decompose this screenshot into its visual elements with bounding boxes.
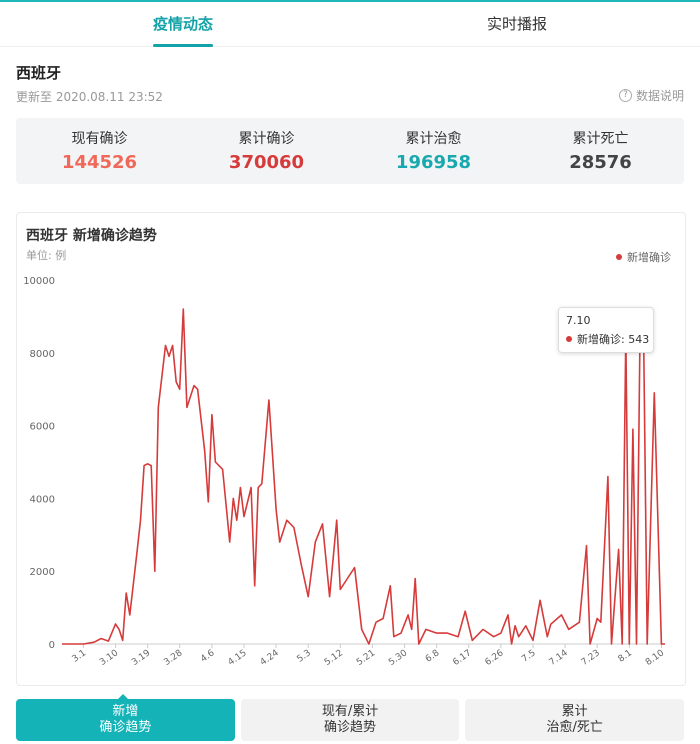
- chart-tooltip: 7.10 新增确诊: 543: [558, 307, 654, 353]
- x-tick-label: 3.19: [130, 648, 152, 668]
- tab-live-broadcast[interactable]: 实时播报: [334, 2, 700, 46]
- x-tick-label: 3.10: [98, 648, 120, 668]
- summary-stats-panel: 现有确诊 144526 累计确诊 370060 累计治愈 196958 累计死亡…: [16, 118, 684, 184]
- stat-label: 累计治愈: [405, 131, 462, 147]
- x-tick-label: 4.24: [259, 648, 281, 668]
- y-tick-label: 10000: [23, 276, 55, 287]
- chart-switch-buttons: 新增 确诊趋势 现有/累计 确诊趋势 累计 治愈/死亡: [16, 699, 685, 741]
- button-line: 确诊趋势: [324, 720, 377, 735]
- y-tick-label: 8000: [30, 349, 55, 360]
- new-confirmed-trend-button[interactable]: 新增 确诊趋势: [16, 699, 235, 741]
- trend-line-chart[interactable]: 0 2000 4000 6000 8000 10000 3.1 3.10 3.19 3.28 4.6…: [17, 213, 685, 685]
- stat-value: 370060: [228, 152, 305, 173]
- x-tick-label: 5.3: [295, 648, 312, 664]
- stat-total-confirmed: 累计确诊 370060: [183, 118, 350, 184]
- stat-value: 196958: [395, 152, 472, 173]
- x-tick-label: 5.12: [323, 648, 345, 668]
- tab-active-indicator: [153, 44, 213, 47]
- button-line: 确诊趋势: [99, 720, 152, 735]
- top-tab-bar: 疫情动态 实时播报: [0, 2, 700, 47]
- x-tick-label: 3.28: [162, 648, 184, 668]
- button-line: 累计: [561, 704, 588, 719]
- update-timestamp: 更新至 2020.08.11 23:52: [16, 90, 163, 104]
- x-tick-label: 8.1: [617, 648, 634, 664]
- y-tick-label: 6000: [30, 422, 55, 433]
- tooltip-value: 新增确诊: 543: [577, 333, 650, 346]
- stat-label: 现有确诊: [71, 131, 128, 147]
- stat-total-deaths: 累计死亡 28576: [517, 118, 684, 184]
- x-tick-label: 4.15: [227, 648, 249, 668]
- tooltip-dot-icon: [566, 336, 572, 342]
- tooltip-row: 新增确诊: 543: [566, 331, 649, 347]
- trend-chart-card: 西班牙 新增确诊趋势 单位: 例 新增确诊 0 2000 4000 6000 8000 1…: [16, 212, 686, 686]
- stat-label: 累计确诊: [238, 131, 295, 147]
- tooltip-date: 7.10: [566, 314, 591, 327]
- recovered-deaths-trend-button[interactable]: 累计 治愈/死亡: [465, 699, 685, 741]
- question-circle-icon: ?: [618, 89, 632, 102]
- button-line: 现有/累计: [321, 704, 379, 719]
- data-explanation-label: 数据说明: [635, 89, 684, 103]
- x-tick-label: 7.23: [580, 648, 602, 668]
- stat-total-recovered: 累计治愈 196958: [350, 118, 517, 184]
- x-tick-label: 6.8: [424, 648, 442, 665]
- current-total-confirmed-trend-button[interactable]: 现有/累计 确诊趋势: [240, 699, 460, 741]
- y-tick-label: 4000: [30, 494, 55, 505]
- x-tick-label: 5.21: [355, 648, 377, 668]
- x-tick-label: 5.30: [387, 648, 409, 668]
- tab-epidemic-dynamics[interactable]: 疫情动态: [0, 2, 366, 47]
- tab-label: 实时播报: [486, 15, 547, 33]
- data-explanation-link[interactable]: ? 数据说明: [618, 87, 684, 104]
- stat-value: 28576: [569, 152, 632, 173]
- stat-value: 144526: [61, 152, 138, 173]
- y-tick-label: 0: [49, 640, 55, 651]
- x-tick-label: 7.5: [520, 648, 537, 664]
- region-title: 西班牙: [16, 64, 62, 82]
- tab-label: 疫情动态: [152, 15, 213, 33]
- x-tick-label: 4.6: [199, 648, 217, 665]
- button-line: 治愈/死亡: [546, 720, 603, 735]
- stat-label: 累计死亡: [572, 131, 629, 147]
- button-line: 新增: [112, 704, 139, 719]
- x-tick-label: 7.14: [548, 648, 570, 668]
- series-line-new-confirmed: [62, 308, 665, 645]
- stat-current-confirmed: 现有确诊 144526: [16, 118, 183, 184]
- x-tick-label: 8.10: [644, 648, 666, 668]
- x-tick-label: 6.17: [451, 648, 473, 668]
- x-tick-label: 3.1: [71, 648, 88, 664]
- y-tick-label: 2000: [30, 567, 55, 578]
- x-tick-label: 6.26: [483, 648, 505, 668]
